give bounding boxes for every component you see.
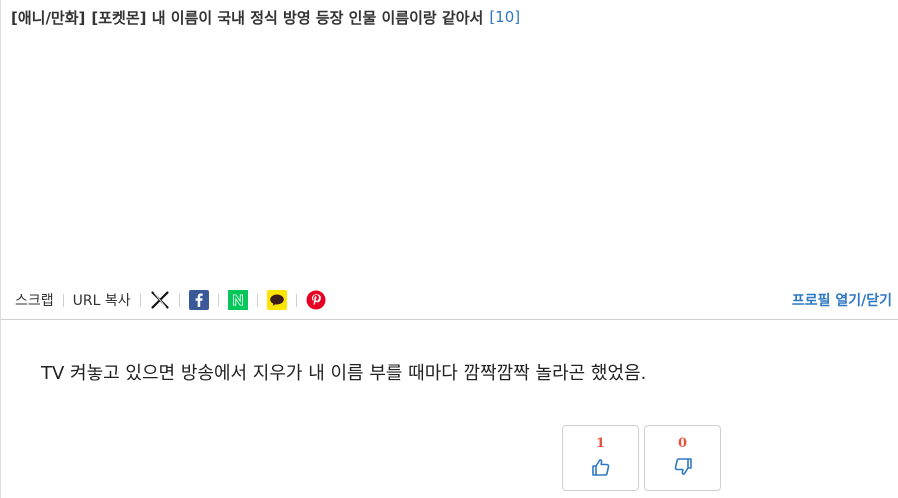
comment-count-link[interactable]: [10] [489, 8, 520, 26]
scrap-button[interactable]: 스크랩 [15, 290, 54, 310]
thumbs-down-icon [673, 457, 693, 481]
naver-icon[interactable] [227, 290, 248, 310]
downvote-count: 0 [677, 435, 688, 451]
x-icon[interactable] [150, 290, 170, 310]
thumbs-up-icon [591, 457, 611, 481]
kakaotalk-icon[interactable] [266, 290, 287, 310]
pinterest-icon[interactable] [306, 290, 326, 310]
toolbar-divider [295, 293, 297, 307]
post-view: [애니/만화] [포켓몬] 내 이름이 국내 정식 방영 등장 인물 이름이랑 … [0, 0, 898, 498]
upvote-count: 1 [595, 435, 606, 451]
content-divider [1, 319, 898, 320]
post-toolbar: 스크랩 URL 복사 [15, 288, 326, 312]
post-category[interactable]: [애니/만화] [11, 7, 85, 28]
downvote-button[interactable]: 0 [644, 425, 721, 491]
toolbar-divider [256, 293, 258, 307]
toolbar-divider [139, 293, 141, 307]
upvote-button[interactable]: 1 [562, 425, 639, 491]
toolbar-divider [62, 293, 64, 307]
post-title-bar: [애니/만화] [포켓몬] 내 이름이 국내 정식 방영 등장 인물 이름이랑 … [11, 6, 888, 28]
profile-toggle-link[interactable]: 프로필 열기/닫기 [792, 290, 892, 310]
post-body: TV 켜놓고 있으면 방송에서 지우가 내 이름 부를 때마다 깜짝깜짝 놀라곤… [41, 363, 647, 384]
copy-url-button[interactable]: URL 복사 [73, 290, 131, 310]
post-title: [포켓몬] 내 이름이 국내 정식 방영 등장 인물 이름이랑 같아서 [91, 8, 484, 27]
vote-area: 1 0 [562, 425, 721, 491]
toolbar-divider [178, 293, 180, 307]
toolbar-divider [217, 293, 219, 307]
facebook-icon[interactable] [188, 290, 209, 310]
